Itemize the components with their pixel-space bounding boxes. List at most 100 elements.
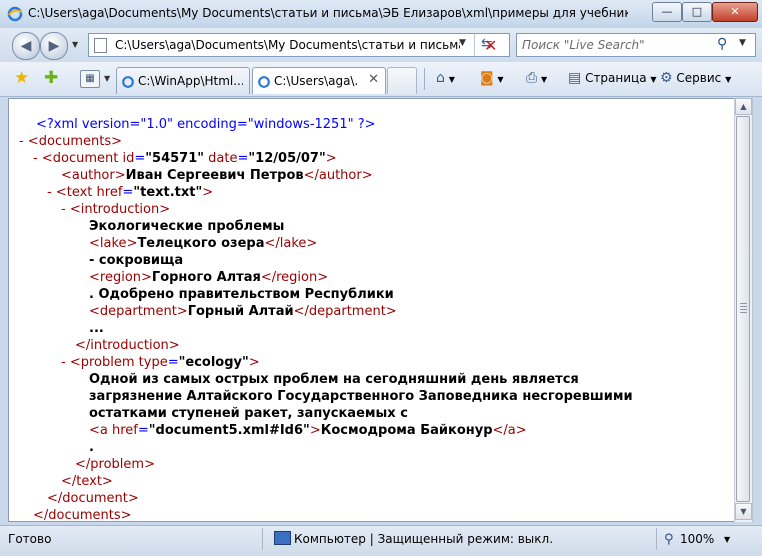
tools-menu[interactable]: ⚙ Сервис ▼ [660,70,731,86]
problem-close-line: </problem> [75,457,155,472]
problem-text-line: . [89,440,94,455]
tag: > [325,151,337,166]
address-row: ◀ ▶ ▼ C:\Users\aga\Documents\My Document… [0,28,762,62]
tag: <department> [89,304,188,319]
department-line: <department>Горный Алтай</department> [89,304,397,319]
xml-declaration: <?xml version="1.0" encoding="windows-12… [36,117,376,132]
tag: </introduction> [75,338,180,353]
back-arrow-icon: ◀ [20,38,32,54]
tab-exp3[interactable]: C:\Users\aga\... ✕ [252,67,386,94]
grip-line [740,312,747,313]
title-bar: C:\Users\aga\Documents\My Documents\стат… [0,0,762,29]
collapse-toggle[interactable]: - [61,202,66,217]
tab-winapp[interactable]: C:\WinApp\Html... [116,67,250,94]
intro-text-line: Экологические проблемы [89,219,284,234]
introduction-close-line: </introduction> [75,338,180,353]
print-button[interactable]: ⎙ ▼ [526,70,547,86]
home-button[interactable]: ⌂ ▼ [436,70,455,86]
author-line: <author>Иван Сергеевич Петров</author> [61,168,373,183]
grip-line [740,303,747,304]
search-box[interactable]: Поиск "Live Search" ⚲ ▼ [516,33,756,57]
zoom-dropdown-icon[interactable]: ▼ [724,535,730,544]
text-node: Одной из самых острых проблем на сегодня… [89,372,579,387]
tag: <documents> [27,134,122,149]
anchor-line: <a href="document5.xml#Id6">Космодрома Б… [89,423,527,438]
stop-icon[interactable]: ✕ [484,36,497,55]
collapse-toggle[interactable]: - [47,185,52,200]
text-node: Экологические проблемы [89,219,285,234]
document-close-line: </document> [47,491,139,506]
close-tab-icon[interactable]: ✕ [368,72,379,87]
page-icon [94,38,107,53]
ie-page-icon [257,74,271,93]
page-menu[interactable]: ▤ Страница ▼ [568,70,657,86]
page-menu-label: Страница [585,71,647,85]
attr-value: "ecology" [178,355,249,370]
zoom-level[interactable]: 100% [680,532,714,546]
search-icon[interactable]: ⚲ [717,36,727,52]
xml-decl-text: <?xml version="1.0" encoding="windows-12… [36,117,376,132]
text-close-line: </text> [61,474,113,489]
address-divider [474,34,475,56]
text-node: . [89,440,94,455]
text-node: Горного Алтая [151,270,261,285]
favorites-star-icon[interactable]: ★ [14,68,29,88]
status-divider [262,528,263,550]
attr-value: "text.txt" [133,185,203,200]
collapse-toggle[interactable]: - [19,134,24,149]
add-favorite-icon[interactable]: ✚ [44,68,58,88]
grip-line [740,309,747,310]
attr-value: "54571" [145,151,205,166]
search-dropdown-icon[interactable]: ▼ [739,38,746,48]
tag: <a [89,423,108,438]
back-button[interactable]: ◀ [12,32,40,60]
close-button[interactable]: ✕ [712,2,758,22]
scroll-thumb[interactable] [736,116,750,502]
tag: </problem> [75,457,155,472]
problem-text-line: остатками ступеней ракет, запускаемых с [89,406,408,421]
new-tab-button[interactable] [387,67,417,94]
history-dropdown-icon[interactable]: ▼ [72,40,78,49]
attr-value: "12/05/07" [248,151,326,166]
documents-open-line: - <documents> [19,134,122,149]
quick-tabs-icon[interactable]: ▦ [80,70,100,88]
attr-name: date [208,151,238,166]
toolbar-divider [424,68,425,90]
ie-logo-icon [7,6,23,26]
scroll-up-arrow-icon[interactable]: ▲ [735,98,752,115]
vertical-scrollbar[interactable]: ▲ ▼ [734,98,753,522]
tag: > [202,185,214,200]
address-dropdown-icon[interactable]: ▼ [459,38,466,48]
tag: </text> [61,474,113,489]
introduction-open-line: - <introduction> [61,202,170,217]
tag: > [309,423,321,438]
minimize-button[interactable]: — [652,2,682,22]
tab-toolbar-row: ★ ✚ ▦ ▼ C:\WinApp\Html... C:\Users\aga\.… [0,62,762,97]
search-input[interactable]: Поиск "Live Search" [522,38,645,52]
problem-text-line: загрязнение Алтайского Государственного … [89,389,633,404]
text-node: остатками ступеней ракет, запускаемых с [89,406,408,421]
feeds-button[interactable]: ◙ ▼ [480,70,504,86]
tag: <introduction> [69,202,171,217]
rss-icon: ◙ [480,70,494,86]
attr-name: href [112,423,138,438]
address-input[interactable]: C:\Users\aga\Documents\My Documents\стат… [115,38,460,52]
maximize-button[interactable]: □ [682,2,712,22]
gear-icon: ⚙ [660,70,673,86]
tag: <problem [69,355,135,370]
scroll-down-arrow-icon[interactable]: ▼ [735,503,752,520]
zoom-icon[interactable]: ⚲ [664,532,674,547]
address-bar[interactable]: C:\Users\aga\Documents\My Documents\стат… [88,33,510,57]
tag: <region> [89,270,152,285]
tag: </department> [293,304,397,319]
forward-button[interactable]: ▶ [40,32,68,60]
security-zone[interactable]: Компьютер | Защищенный режим: выкл. [294,532,553,546]
collapse-toggle[interactable]: - [33,151,38,166]
printer-icon: ⎙ [526,70,538,86]
window-title: C:\Users\aga\Documents\My Documents\стат… [28,6,628,20]
document-open-line: - <document id="54571" date="12/05/07"> [33,151,337,166]
text-node: ... [89,321,104,336]
status-divider [656,528,657,550]
collapse-toggle[interactable]: - [61,355,66,370]
tab-list-dropdown-icon[interactable]: ▼ [104,74,110,83]
